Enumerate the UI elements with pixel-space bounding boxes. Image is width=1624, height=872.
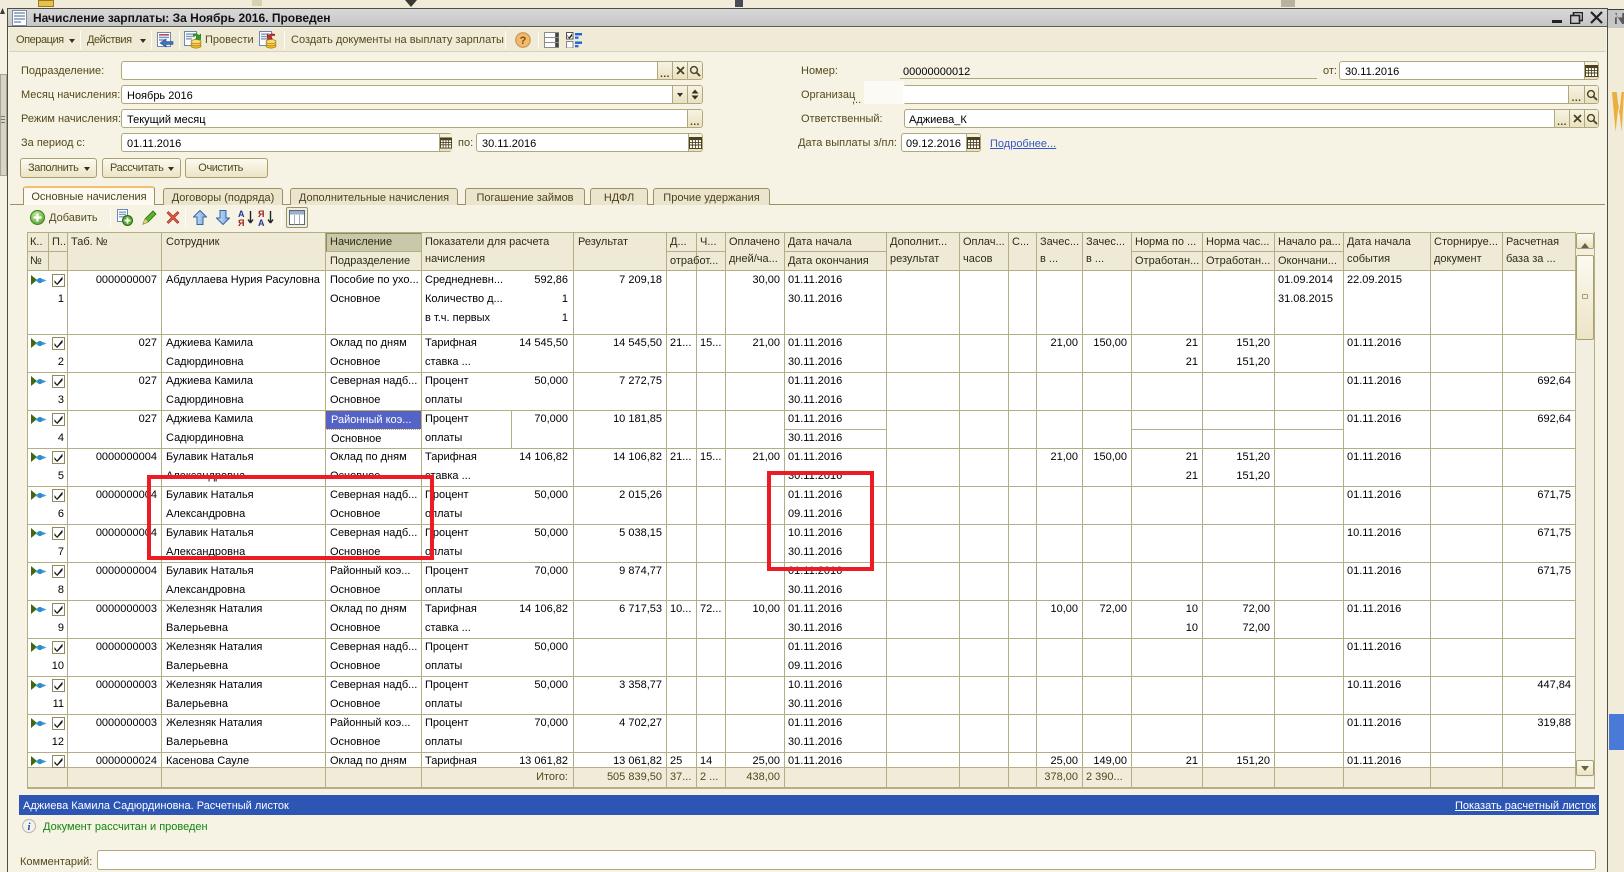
svg-text:?: ? [520, 35, 527, 47]
svg-text:А: А [258, 218, 265, 227]
svg-text:Я: Я [238, 218, 244, 227]
